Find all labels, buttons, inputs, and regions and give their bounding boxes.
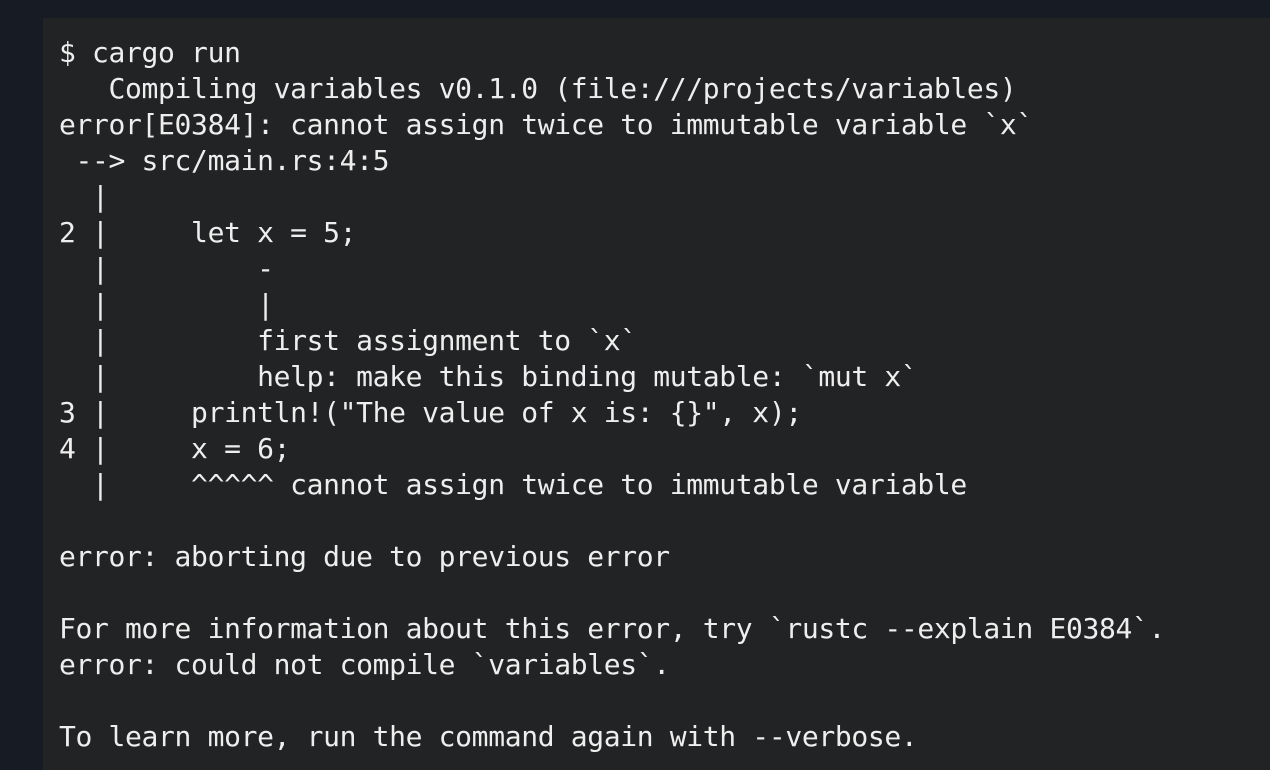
- terminal-line-pipe: | |: [59, 288, 274, 321]
- terminal-line-gutter: |: [59, 180, 109, 213]
- terminal-line-verbose-hint: To learn more, run the command again wit…: [59, 720, 918, 753]
- terminal-window: $ cargo run Compiling variables v0.1.0 (…: [43, 18, 1270, 770]
- terminal-line-compiling: Compiling variables v0.1.0 (file:///proj…: [59, 72, 1017, 105]
- terminal-line-code-4: 4 | x = 6;: [59, 432, 291, 465]
- terminal-line-aborting: error: aborting due to previous error: [59, 540, 670, 573]
- terminal-output: $ cargo run Compiling variables v0.1.0 (…: [59, 35, 1165, 755]
- terminal-line-code-2: 2 | let x = 5;: [59, 216, 357, 249]
- terminal-line-code-3: 3 | println!("The value of x is: {}", x)…: [59, 396, 802, 429]
- terminal-line-error-header: error[E0384]: cannot assign twice to imm…: [59, 108, 1033, 141]
- terminal-line-marker: | -: [59, 252, 274, 285]
- terminal-line-blank: [59, 575, 1165, 611]
- terminal-line-blank: [59, 503, 1165, 539]
- terminal-line-prompt: $ cargo run: [59, 36, 241, 69]
- terminal-line-blank: [59, 683, 1165, 719]
- terminal-line-caret: | ^^^^^ cannot assign twice to immutable…: [59, 468, 967, 501]
- terminal-line-location: --> src/main.rs:4:5: [59, 144, 390, 177]
- terminal-line-more-info: For more information about this error, t…: [59, 612, 1165, 645]
- terminal-line-help: | help: make this binding mutable: `mut …: [59, 360, 918, 393]
- terminal-line-first-assignment: | first assignment to `x`: [59, 324, 637, 357]
- terminal-line-could-not-compile: error: could not compile `variables`.: [59, 648, 670, 681]
